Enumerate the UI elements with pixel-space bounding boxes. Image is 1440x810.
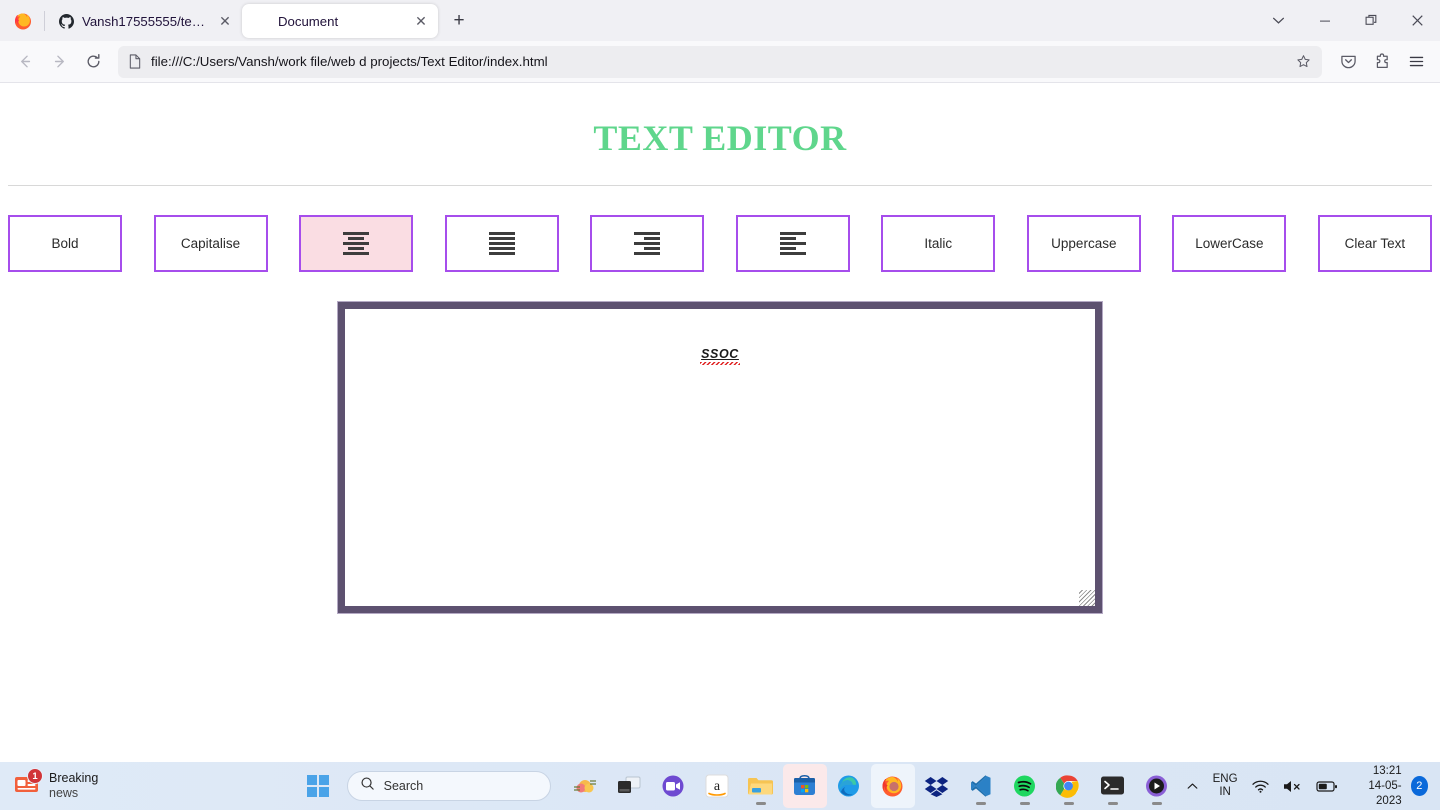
- editor-text-value[interactable]: SSOC: [701, 347, 739, 361]
- windows-taskbar: 1 Breaking news Search a ENG IN 13:21 14…: [0, 762, 1440, 810]
- github-icon: [58, 13, 74, 29]
- media-player-icon[interactable]: [1135, 764, 1179, 808]
- wifi-icon[interactable]: [1245, 764, 1276, 808]
- star-icon[interactable]: [1290, 49, 1316, 75]
- url-text[interactable]: file:///C:/Users/Vansh/work file/web d p…: [151, 54, 1281, 69]
- align-justify-icon: [488, 232, 515, 255]
- browser-tab-github[interactable]: Vansh17555555/text-editor ✕: [44, 4, 242, 38]
- close-button[interactable]: [1394, 0, 1440, 41]
- page-title: TEXT EDITOR: [593, 118, 847, 158]
- firefox-logo-icon: [0, 0, 46, 41]
- search-input[interactable]: Search: [346, 771, 551, 801]
- clock-time: 13:21: [1372, 764, 1402, 777]
- web-page-content: TEXT EDITOR Bold Capitalise Italic Upper…: [0, 83, 1440, 775]
- editor-content: SSOC: [345, 309, 1095, 361]
- language-top: ENG: [1212, 773, 1238, 785]
- navigation-toolbar: file:///C:/Users/Vansh/work file/web d p…: [0, 41, 1440, 83]
- back-arrow-icon[interactable]: [8, 46, 42, 78]
- new-tab-button[interactable]: +: [444, 6, 474, 36]
- toolbar-right-actions: [1328, 46, 1432, 78]
- battery-icon[interactable]: [1309, 764, 1345, 808]
- volume-muted-icon[interactable]: [1276, 764, 1309, 808]
- text-editor-textarea[interactable]: SSOC: [337, 301, 1103, 614]
- tab-title: Document: [278, 13, 339, 29]
- lowercase-button[interactable]: LowerCase: [1172, 215, 1287, 272]
- browser-window: Vansh17555555/text-editor ✕ Document ✕ +: [0, 0, 1440, 810]
- news-widget-icon: 1: [14, 768, 43, 799]
- italic-button[interactable]: Italic: [881, 215, 996, 272]
- puzzle-icon[interactable]: [1366, 46, 1398, 78]
- news-headline: Breaking: [49, 771, 99, 785]
- weather-widget-icon[interactable]: [563, 764, 607, 808]
- clear-text-button[interactable]: Clear Text: [1317, 215, 1432, 272]
- editor-area: SSOC: [0, 272, 1440, 614]
- editor-toolbar: Bold Capitalise Italic Uppercase LowerCa…: [0, 186, 1440, 272]
- clock-date: 14-05-2023: [1368, 779, 1402, 807]
- news-badge: 1: [27, 768, 43, 784]
- browser-tab-document[interactable]: Document ✕: [242, 4, 438, 38]
- forward-arrow-icon[interactable]: [42, 46, 76, 78]
- page-document-icon: [128, 54, 142, 69]
- spotify-icon[interactable]: [1003, 764, 1047, 808]
- minimize-button[interactable]: [1302, 0, 1348, 41]
- teams-icon[interactable]: [651, 764, 695, 808]
- search-placeholder: Search: [383, 779, 424, 793]
- language-indicator[interactable]: ENG IN: [1206, 764, 1245, 808]
- align-left-icon: [779, 232, 806, 255]
- vscode-icon[interactable]: [959, 764, 1003, 808]
- language-bottom: IN: [1219, 786, 1231, 798]
- list-all-tabs-icon[interactable]: [1254, 0, 1302, 41]
- chevron-up-icon[interactable]: [1179, 764, 1206, 808]
- capitalise-button[interactable]: Capitalise: [153, 215, 268, 272]
- system-tray: ENG IN 13:21 14-05-2023 2: [1179, 764, 1440, 809]
- align-center-icon: [343, 232, 370, 255]
- window-controls: [1254, 0, 1440, 41]
- blank-page-icon: [254, 13, 270, 29]
- terminal-icon[interactable]: [1091, 764, 1135, 808]
- file-explorer-icon[interactable]: [739, 764, 783, 808]
- task-view-icon[interactable]: [607, 764, 651, 808]
- address-bar[interactable]: file:///C:/Users/Vansh/work file/web d p…: [118, 45, 1322, 78]
- taskbar-center: Search a: [303, 764, 1179, 808]
- notification-badge[interactable]: 2: [1410, 776, 1428, 796]
- windows-start-icon[interactable]: [303, 771, 333, 801]
- firefox-icon[interactable]: [870, 764, 915, 808]
- tab-strip: Vansh17555555/text-editor ✕ Document ✕ +: [0, 0, 1440, 41]
- align-left-button[interactable]: [735, 215, 850, 272]
- align-right-icon: [634, 232, 661, 255]
- align-center-button[interactable]: [299, 215, 414, 272]
- news-labels: Breaking news: [49, 771, 98, 801]
- textarea-resize-handle[interactable]: [1079, 590, 1095, 606]
- bold-button[interactable]: Bold: [8, 215, 122, 272]
- edge-icon[interactable]: [827, 764, 871, 808]
- restore-button[interactable]: [1348, 0, 1394, 41]
- tab-title: Vansh17555555/text-editor: [82, 13, 206, 29]
- clock[interactable]: 13:21 14-05-2023: [1345, 764, 1411, 809]
- dropbox-icon[interactable]: [915, 764, 959, 808]
- news-subtext: news: [49, 786, 79, 800]
- search-icon: [360, 776, 375, 796]
- tab-close-icon[interactable]: ✕: [214, 10, 236, 32]
- align-justify-button[interactable]: [444, 215, 559, 272]
- pocket-icon[interactable]: [1332, 46, 1364, 78]
- microsoft-store-icon[interactable]: [782, 764, 827, 808]
- tab-close-icon[interactable]: ✕: [410, 10, 432, 32]
- amazon-icon[interactable]: a: [695, 764, 739, 808]
- chrome-icon[interactable]: [1047, 764, 1091, 808]
- news-widget[interactable]: 1 Breaking news: [0, 768, 289, 801]
- svg-text:a: a: [714, 779, 721, 794]
- uppercase-button[interactable]: Uppercase: [1026, 215, 1141, 272]
- reload-icon[interactable]: [76, 46, 110, 78]
- hamburger-icon[interactable]: [1400, 46, 1432, 78]
- align-right-button[interactable]: [590, 215, 705, 272]
